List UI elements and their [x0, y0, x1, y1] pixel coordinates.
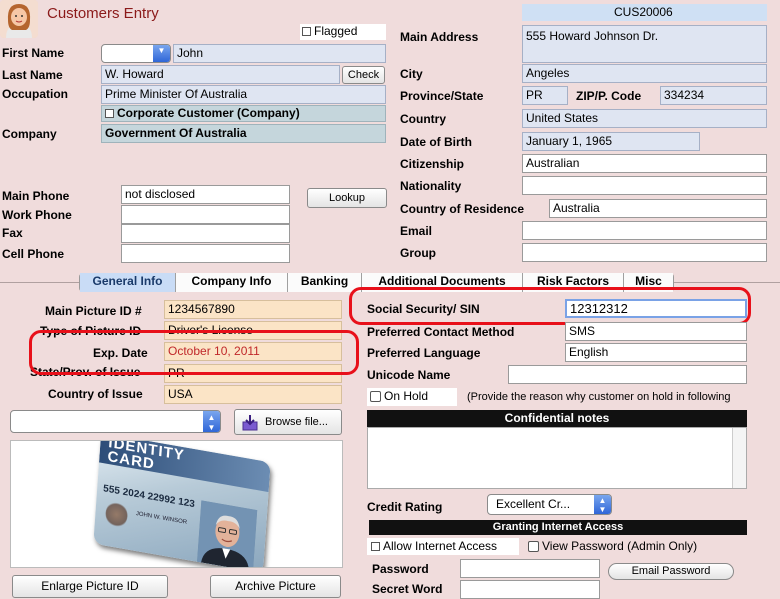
main-phone-label: Main Phone — [2, 189, 70, 203]
last-name-input[interactable]: W. Howard — [101, 65, 340, 84]
import-icon — [242, 414, 258, 440]
occupation-input[interactable]: Prime Minister Of Australia — [101, 85, 386, 104]
nationality-label: Nationality — [400, 179, 462, 193]
picture-selector-dropdown[interactable]: ▲ ▼ — [10, 410, 221, 433]
occupation-label: Occupation — [2, 87, 69, 101]
main-phone-input[interactable]: not disclosed — [121, 185, 290, 204]
tab-banking[interactable]: Banking — [288, 273, 362, 292]
enlarge-picture-id-button[interactable]: Enlarge Picture ID — [12, 575, 168, 598]
allow-internet-checkbox[interactable]: Allow Internet Access — [367, 538, 519, 555]
dropdown-arrow-icon: ▲ ▼ — [203, 411, 220, 432]
group-input[interactable] — [522, 243, 767, 262]
check-button[interactable]: Check — [342, 66, 385, 84]
id-card-photo — [197, 500, 258, 567]
zip-input[interactable]: 334234 — [660, 86, 767, 105]
company-label: Company — [2, 127, 57, 141]
view-password-check-icon[interactable] — [528, 541, 539, 553]
tab-company-info[interactable]: Company Info — [176, 273, 288, 292]
unicode-name-input[interactable] — [508, 365, 747, 384]
country-of-issue-label: Country of Issue — [48, 387, 143, 401]
flagged-check-icon[interactable] — [302, 27, 311, 37]
work-phone-input[interactable] — [121, 205, 290, 224]
id-card-holder-name: JOHN W. WINSOR — [135, 510, 188, 526]
city-label: City — [400, 67, 423, 81]
lookup-button[interactable]: Lookup — [307, 188, 387, 208]
confidential-notes-header: Confidential notes — [367, 410, 747, 427]
country-input[interactable]: United States — [522, 109, 767, 128]
on-hold-checkbox[interactable]: On Hold — [367, 388, 457, 406]
main-address-label: Main Address — [400, 30, 479, 44]
avatar-icon — [0, 0, 38, 38]
zip-label: ZIP/P. Code — [576, 89, 642, 103]
country-of-residence-label: Country of Residence — [400, 202, 525, 216]
first-name-label: First Name — [2, 46, 65, 60]
id-card-fingerprint — [104, 499, 129, 530]
unicode-name-label: Unicode Name — [367, 368, 451, 382]
first-name-input[interactable]: John — [173, 44, 386, 63]
secret-word-label: Secret Word — [372, 582, 443, 596]
last-name-label: Last Name — [2, 68, 63, 82]
credit-rating-label: Credit Rating — [367, 500, 443, 514]
preferred-language-label: Preferred Language — [367, 346, 481, 360]
dropdown-arrow-icon: ▼ — [153, 45, 170, 62]
preferred-contact-input[interactable]: SMS — [565, 322, 747, 341]
password-input[interactable] — [460, 559, 600, 578]
flagged-checkbox[interactable]: Flagged — [300, 24, 386, 40]
view-password-checkbox[interactable]: View Password (Admin Only) — [528, 538, 728, 555]
corporate-customer-checkbox[interactable]: Corporate Customer (Company) — [101, 105, 386, 122]
secret-word-input[interactable] — [460, 580, 600, 599]
ssn-label: Social Security/ SIN — [367, 302, 480, 316]
corporate-check-icon[interactable] — [105, 109, 114, 119]
dropdown-arrow-icon: ▲ ▼ — [594, 495, 611, 514]
email-input[interactable] — [522, 221, 767, 240]
citizenship-input[interactable]: Australian — [522, 154, 767, 173]
province-input[interactable]: PR — [522, 86, 568, 105]
credit-rating-dropdown[interactable]: Excellent Cr... ▲ ▼ — [487, 494, 612, 515]
notes-scrollbar[interactable] — [732, 428, 746, 488]
id-card-title: IDENTITY CARD — [106, 440, 186, 474]
cell-phone-label: Cell Phone — [2, 247, 65, 261]
email-label: Email — [400, 224, 433, 238]
country-of-issue-input[interactable]: USA — [164, 385, 342, 404]
country-label: Country — [400, 112, 446, 126]
fax-input[interactable] — [121, 224, 290, 243]
on-hold-check-icon[interactable] — [370, 391, 381, 403]
cell-phone-input[interactable] — [121, 244, 290, 263]
email-password-button[interactable]: Email Password — [608, 563, 734, 580]
date-of-birth-input[interactable]: January 1, 1965 — [522, 132, 700, 151]
ssn-input[interactable]: 12312312 — [565, 299, 747, 318]
confidential-notes-textarea[interactable] — [367, 427, 747, 489]
fax-label: Fax — [2, 226, 23, 240]
on-hold-note: (Provide the reason why customer on hold… — [467, 391, 731, 403]
identity-card-image: IDENTITY CARD 555 2024 22992 123 JOHN W. … — [93, 440, 271, 567]
exp-date-highlight — [29, 330, 359, 375]
date-of-birth-label: Date of Birth — [400, 135, 472, 149]
customer-id-badge: CUS20006 — [522, 4, 767, 21]
nationality-input[interactable] — [522, 176, 767, 195]
tab-general-info[interactable]: General Info — [80, 273, 176, 292]
city-input[interactable]: Angeles — [522, 64, 767, 83]
main-picture-id-label: Main Picture ID # — [45, 304, 142, 318]
password-label: Password — [372, 562, 429, 576]
country-of-residence-input[interactable]: Australia — [549, 199, 767, 218]
allow-internet-check-icon[interactable] — [371, 542, 380, 552]
group-label: Group — [400, 246, 436, 260]
salutation-dropdown[interactable]: ▼ — [101, 44, 171, 63]
main-picture-id-input[interactable]: 1234567890 — [164, 300, 342, 319]
work-phone-label: Work Phone — [2, 208, 72, 222]
main-address-input[interactable]: 555 Howard Johnson Dr. — [522, 25, 767, 63]
province-label: Province/State — [400, 89, 484, 103]
citizenship-label: Citizenship — [400, 157, 465, 171]
company-input[interactable]: Government Of Australia — [101, 124, 386, 143]
preferred-language-input[interactable]: English — [565, 343, 747, 362]
preferred-contact-label: Preferred Contact Method — [367, 325, 515, 339]
picture-id-image-area: IDENTITY CARD 555 2024 22992 123 JOHN W. … — [10, 440, 343, 568]
internet-access-header: Granting Internet Access — [369, 520, 747, 535]
page-title: Customers Entry — [47, 5, 159, 22]
browse-file-button[interactable]: Browse file... — [234, 409, 342, 435]
archive-picture-button[interactable]: Archive Picture — [210, 575, 341, 598]
